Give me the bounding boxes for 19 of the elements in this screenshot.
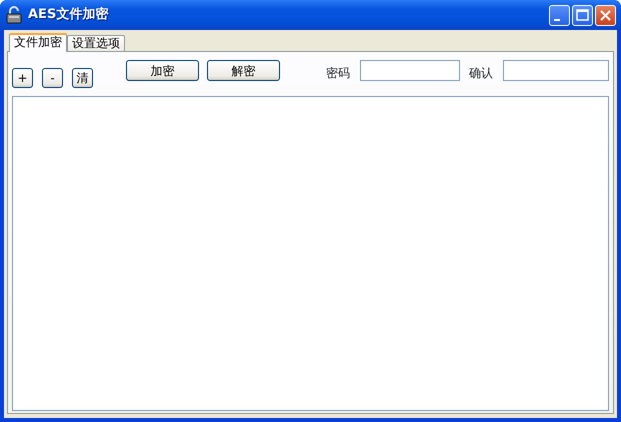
- maximize-button[interactable]: [572, 4, 593, 26]
- padlock-icon: [6, 6, 22, 24]
- password-field[interactable]: [360, 60, 460, 81]
- field-label: 密码: [326, 65, 350, 82]
- minimize-icon: [554, 18, 560, 20]
- list-button[interactable]: 清: [72, 68, 93, 88]
- password-field[interactable]: [503, 60, 609, 81]
- action-button[interactable]: 解密: [207, 60, 280, 81]
- tab[interactable]: 设置选项: [67, 35, 125, 51]
- minimize-button[interactable]: [549, 4, 570, 26]
- list-button[interactable]: +: [12, 68, 33, 88]
- maximize-icon: [575, 8, 590, 22]
- field-label: 确认: [469, 65, 493, 82]
- list-button[interactable]: -: [42, 68, 63, 88]
- tab[interactable]: 文件加密: [9, 33, 67, 52]
- window-title: AES文件加密: [28, 6, 108, 24]
- close-button[interactable]: [595, 4, 616, 26]
- action-button[interactable]: 加密: [126, 60, 199, 81]
- close-icon: [598, 8, 613, 22]
